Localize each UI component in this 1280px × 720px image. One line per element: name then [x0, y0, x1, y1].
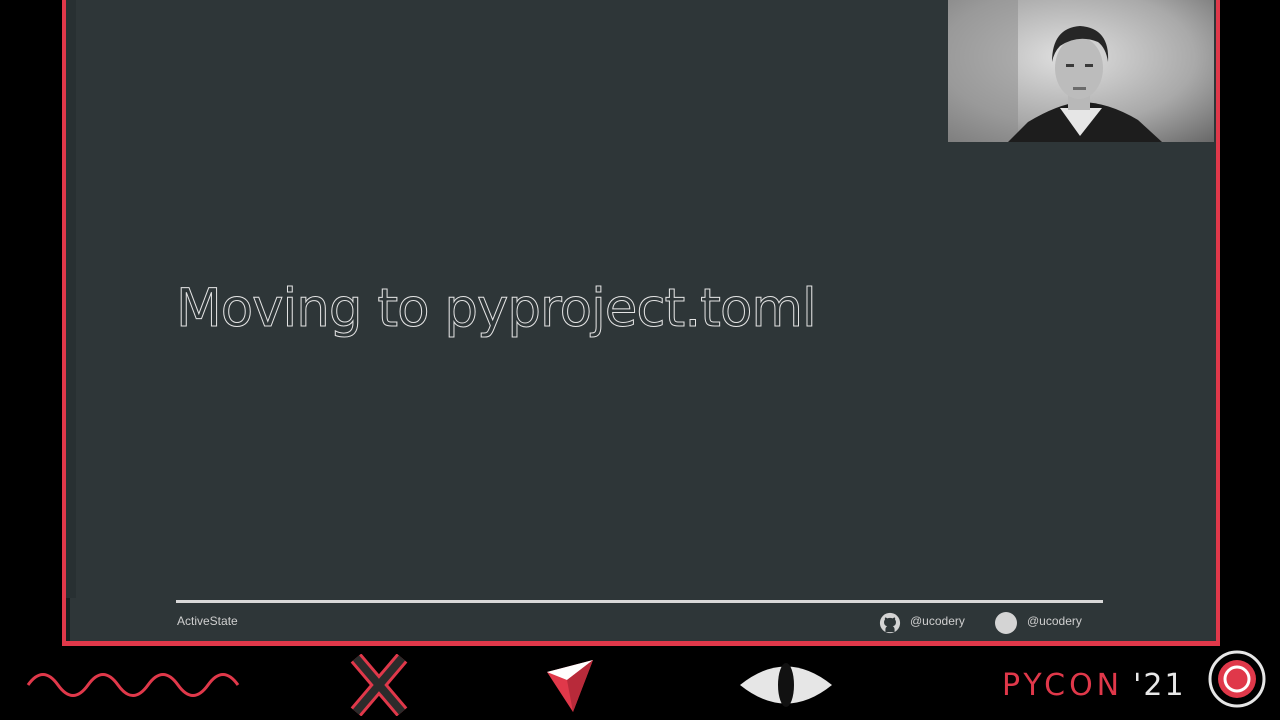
footer-brand: ActiveState — [177, 614, 238, 628]
x-icon — [350, 654, 408, 716]
speaker-webcam — [948, 0, 1214, 142]
slide-left-edge — [66, 0, 76, 598]
pycon-wordmark: PYCON — [1002, 668, 1124, 703]
github-handle: @ucodery — [910, 614, 965, 628]
target-icon — [1208, 650, 1266, 708]
pycon-logo: PYCON '21 — [1002, 668, 1186, 703]
wave-icon — [26, 673, 240, 697]
footer-divider — [176, 600, 1103, 603]
triangle-icon — [547, 660, 593, 712]
slide-left-edge-shadow — [66, 598, 70, 641]
pycon-year: '21 — [1133, 668, 1186, 703]
github-icon — [879, 612, 901, 634]
twitter-handle: @ucodery — [1027, 614, 1082, 628]
eye-icon — [740, 663, 832, 707]
twitter-icon — [995, 612, 1017, 634]
slide-title: Moving to pyproject.toml — [176, 278, 818, 340]
